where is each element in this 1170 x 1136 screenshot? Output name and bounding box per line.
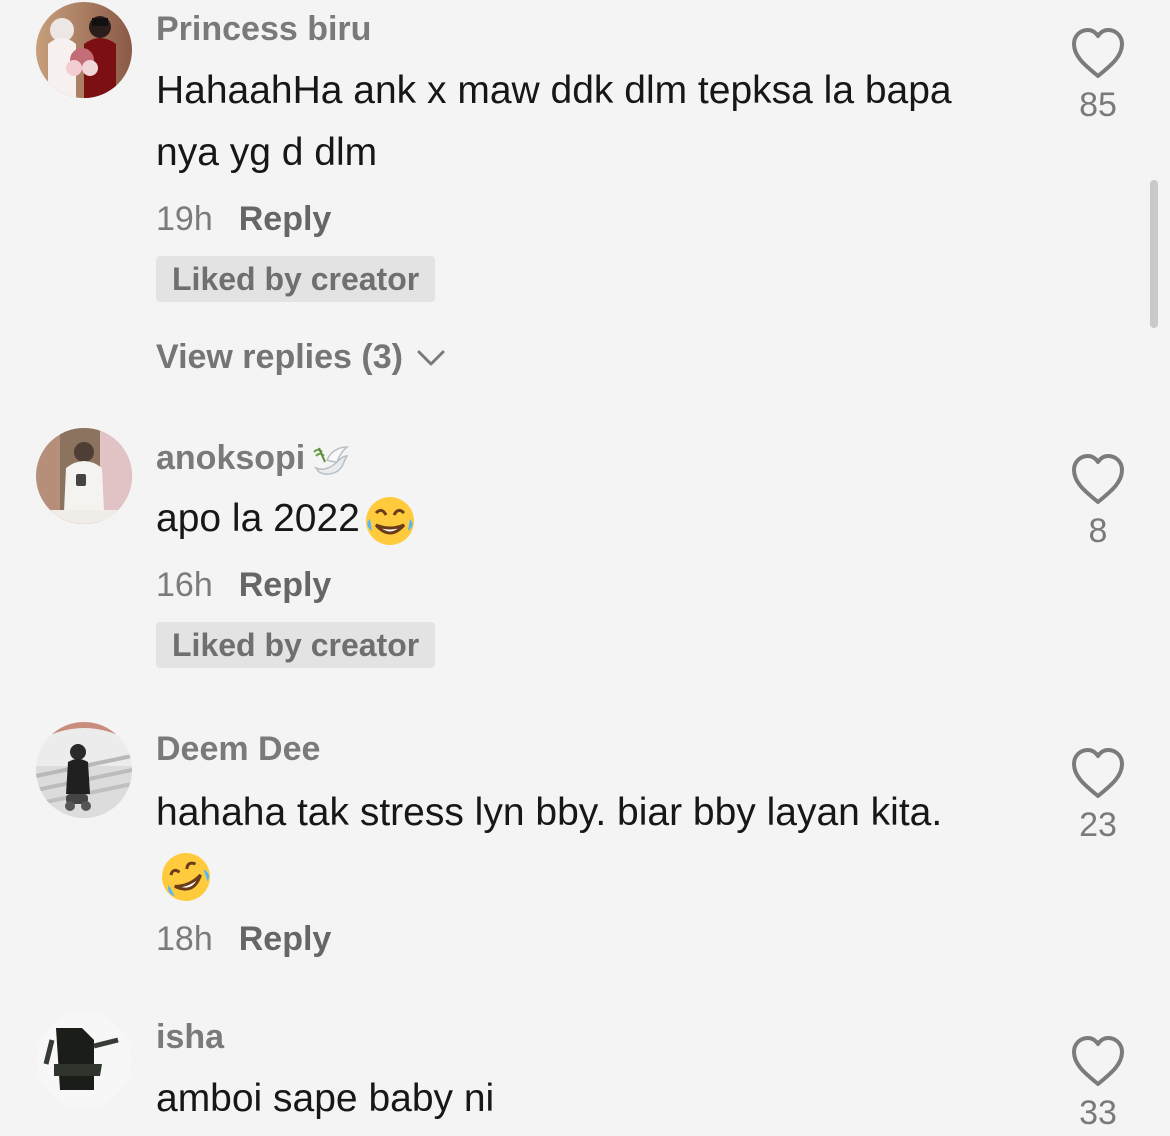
comment-text-label: hahaha tak stress lyn bby. biar bby laya… [156,791,943,834]
like-control[interactable]: 23 [1068,746,1128,842]
liked-by-creator-badge: Liked by creator [156,256,436,302]
comment-meta: 16h Reply [156,566,331,605]
comment-time: 16h [156,566,213,604]
comment-meta: 18h Reply [156,920,331,959]
comment-username[interactable]: Princess biru [156,12,371,46]
like-count: 33 [1079,1094,1117,1132]
comment-meta: 19h Reply [156,200,331,239]
heart-icon [1072,454,1124,504]
comments-screen: Princess biru HahaahHa ank x maw ddk dlm… [0,0,1170,1136]
avatar-image [36,1012,132,1108]
heart-icon [1072,28,1124,78]
avatar-image [36,722,132,818]
avatar[interactable] [36,722,132,818]
avatar-image [36,428,132,524]
like-count: 23 [1079,806,1117,844]
liked-by-creator-badge: Liked by creator [156,622,436,668]
like-control[interactable]: 33 [1068,1034,1128,1130]
comment-text-label: apo la 2022 [156,497,360,540]
like-control[interactable]: 85 [1068,26,1128,122]
view-replies-button[interactable]: View replies (3) [156,338,445,377]
comment-time: 19h [156,200,213,238]
avatar[interactable] [36,428,132,524]
chevron-down-icon [417,350,445,365]
dove-emoji-icon [313,446,350,475]
like-count: 8 [1088,512,1108,550]
comment-text: amboi sape baby ni [156,1077,495,1120]
heart-icon [1072,748,1124,798]
comment-text: apo la 2022 [156,488,966,550]
avatar[interactable] [36,1012,132,1108]
comment-time: 18h [156,920,213,958]
laughing-emoji-icon [365,496,414,545]
reply-button[interactable]: Reply [239,920,332,959]
comment-text: hahaha tak stress lyn bby. biar bby laya… [156,782,966,906]
comment-username[interactable]: Deem Dee [156,732,320,766]
rolling-laughing-emoji-icon [162,852,210,901]
reply-button[interactable]: Reply [239,200,332,239]
like-count: 85 [1079,86,1117,124]
comment-username-label: anoksopi [156,438,306,477]
comment-text: HahaahHa ank x maw ddk dlm tepksa la bap… [156,69,952,174]
avatar[interactable] [36,2,132,98]
scrollbar[interactable] [1150,180,1158,328]
comment-username[interactable]: anoksopi [156,438,353,482]
view-replies-label: View replies (3) [156,338,403,376]
comment-username[interactable]: isha [156,1020,224,1054]
like-control[interactable]: 8 [1068,452,1128,548]
avatar-image [36,2,132,98]
heart-icon [1072,1036,1124,1086]
reply-button[interactable]: Reply [239,566,332,605]
